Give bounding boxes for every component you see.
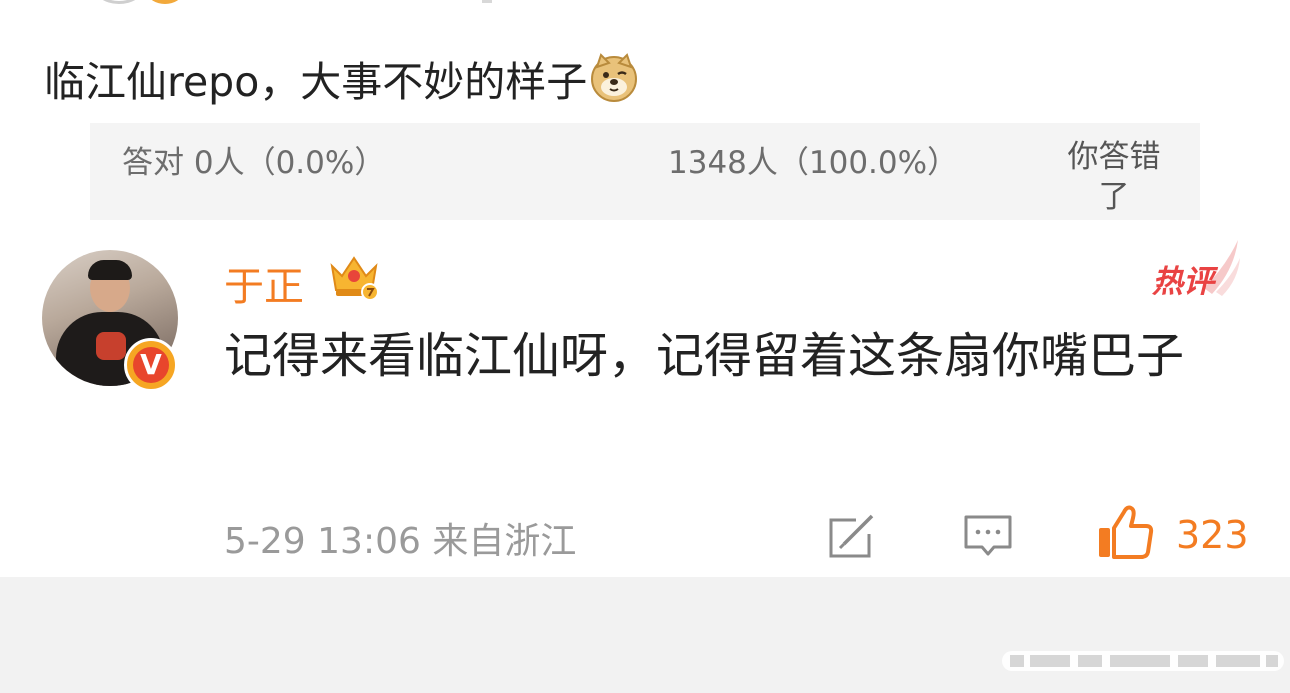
previous-mark-edge: [482, 0, 492, 3]
poll-answer-status: 你答错了: [1067, 139, 1161, 215]
verified-mark: V: [140, 348, 162, 381]
avatar-accent: [96, 332, 126, 360]
verified-badge-icon: V: [124, 338, 178, 392]
poll-wrong-count: 1348人（100.0%）: [668, 145, 959, 181]
crown-icon: [330, 256, 379, 300]
comment-username[interactable]: 于正: [224, 254, 304, 312]
doge-icon: [591, 53, 638, 102]
post-text: 临江仙repo，大事不妙的样子: [44, 58, 588, 106]
weibo-comment-screen: 临江仙repo，大事不妙的样子 答对 0人（0.0%） 1348人（100.0%…: [0, 0, 1290, 693]
like-count[interactable]: 323: [1176, 513, 1249, 557]
repost-icon[interactable]: [826, 512, 878, 560]
watermark-icon: [1002, 651, 1284, 671]
thumbs-up-icon[interactable]: [1096, 504, 1154, 560]
poll-result-box: 答对 0人（0.0%） 1348人（100.0%） 你答错了: [90, 123, 1200, 220]
comment-meta: 5-29 13:06 来自浙江: [224, 521, 577, 562]
previous-avatar-edge: [92, 0, 146, 4]
hot-comment-label: 热评: [1152, 264, 1214, 300]
comment-text: 记得来看临江仙呀，记得留着这条扇你嘴巴子: [224, 328, 1185, 384]
post-text-row: 临江仙repo，大事不妙的样子: [44, 48, 639, 108]
avatar-hair: [88, 260, 132, 280]
comment-icon[interactable]: [962, 512, 1014, 560]
hot-comment-tag: 热评: [1146, 236, 1246, 302]
previous-badge-edge: [148, 0, 182, 4]
poll-correct-count: 答对 0人（0.0%）: [122, 145, 386, 181]
